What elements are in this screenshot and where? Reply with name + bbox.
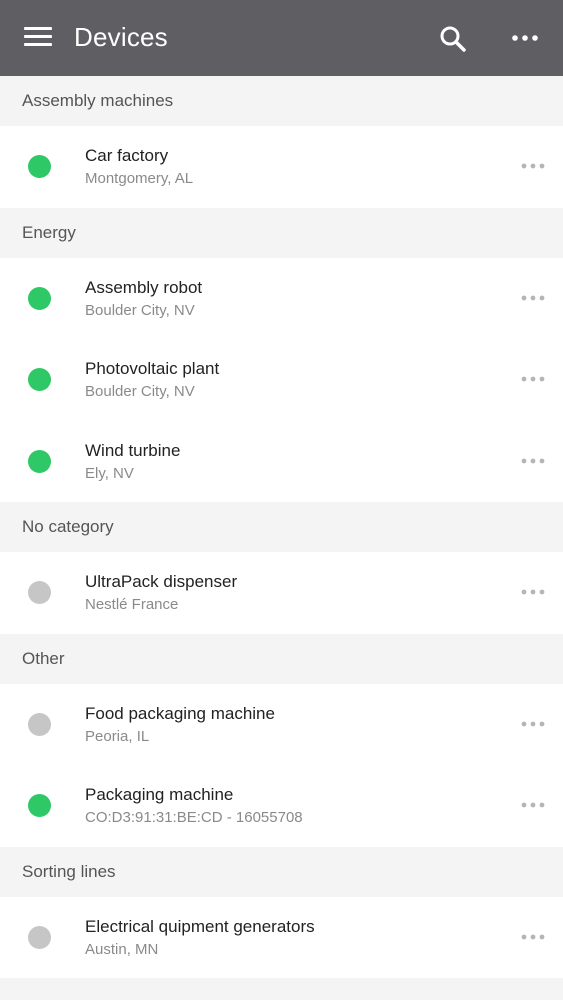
section-body: Electrical quipment generators Austin, MN [0, 896, 563, 979]
section-header: Energy [0, 207, 563, 258]
more-options-icon[interactable] [520, 929, 546, 945]
device-name: Assembly robot [85, 277, 203, 297]
device-list: Assembly machines Car factory Montgomery, … [0, 76, 563, 978]
device-location: Austin, MN [85, 940, 159, 958]
status-dot-icon [28, 712, 51, 736]
section-body: UltraPack dispenser Nestlé France [0, 552, 563, 634]
status-dot-icon [28, 449, 51, 473]
device-name: Food packaging machine [85, 703, 275, 723]
device-location: Peoria, IL [85, 727, 150, 745]
app-bar: Devices [0, 0, 563, 76]
device-location: Ely, NV [85, 464, 134, 482]
device-location: Boulder City, NV [85, 301, 195, 319]
more-options-icon[interactable] [520, 371, 546, 387]
status-dot-icon [28, 925, 51, 949]
device-name: Electrical quipment generators [85, 916, 315, 936]
device-row[interactable]: Wind turbine Ely, NV [0, 421, 563, 503]
device-row[interactable]: Photovoltaic plant Boulder City, NV [0, 339, 563, 421]
more-options-icon[interactable] [520, 584, 546, 600]
device-name: UltraPack dispenser [85, 572, 238, 591]
device-row[interactable]: Packaging machine CO:D3:91:31:BE:CD - 160… [0, 765, 563, 847]
status-dot-icon [28, 794, 51, 817]
device-name: Car factory [85, 146, 169, 165]
device-name: Wind turbine [85, 440, 181, 460]
more-horizontal-icon[interactable] [510, 28, 540, 48]
more-options-icon[interactable] [520, 290, 546, 306]
more-options-icon[interactable] [520, 716, 546, 732]
device-location: Nestlé France [85, 596, 179, 613]
device-row[interactable]: Electrical quipment generators Austin, MN [0, 897, 563, 979]
status-dot-icon [28, 368, 51, 391]
device-row[interactable]: UltraPack dispenser Nestlé France [0, 552, 563, 634]
section-body: Car factory Montgomery, AL [0, 126, 563, 208]
device-location: Montgomery, AL [85, 170, 194, 187]
more-options-icon[interactable] [520, 453, 546, 469]
more-options-icon[interactable] [520, 158, 546, 174]
status-dot-icon [28, 286, 51, 310]
section-body: Assembly robot Boulder City, NV Photovolta… [0, 257, 563, 503]
menu-icon[interactable] [24, 27, 52, 49]
device-row[interactable]: Assembly robot Boulder City, NV [0, 258, 563, 340]
page-title: Devices [74, 22, 168, 52]
section-header: No category [0, 502, 563, 552]
device-row[interactable]: Food packaging machine Peoria, IL [0, 684, 563, 766]
section-header: Sorting lines [0, 846, 563, 897]
section-body: Food packaging machine Peoria, IL Packagin… [0, 683, 563, 847]
status-dot-icon [28, 581, 51, 604]
search-icon[interactable] [438, 24, 468, 54]
device-location: CO:D3:91:31:BE:CD - 16055708 [85, 809, 303, 826]
device-name: Packaging machine [85, 785, 234, 804]
more-options-icon[interactable] [520, 797, 546, 813]
section-header: Other [0, 633, 563, 684]
status-dot-icon [28, 155, 51, 178]
device-name: Photovoltaic plant [85, 359, 220, 378]
section-header: Assembly machines [0, 76, 563, 126]
device-row[interactable]: Car factory Montgomery, AL [0, 126, 563, 208]
device-location: Boulder City, NV [85, 383, 195, 400]
